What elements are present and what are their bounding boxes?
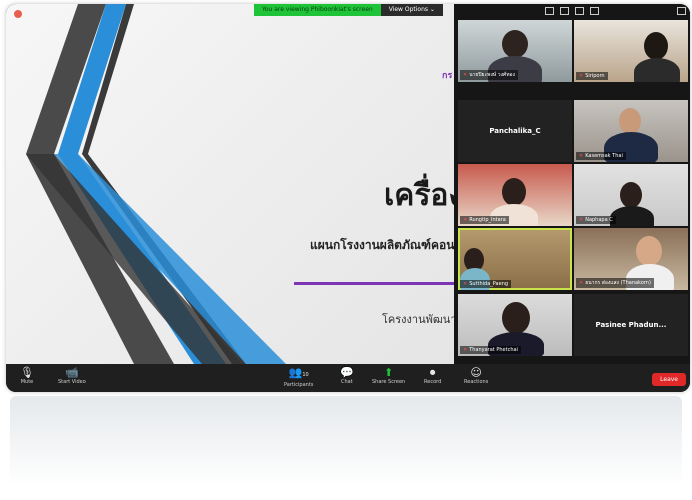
gallery-layout-icon[interactable] (575, 7, 584, 15)
chat-icon: 💬 (340, 366, 354, 379)
chat-button[interactable]: 💬 Chat (340, 366, 354, 385)
viewing-banner: You are viewing Phiboonkiat's screen Vie… (254, 4, 443, 16)
participant-name: ✕ Kasemsak Thai (576, 152, 626, 160)
participant-tile[interactable]: ✕ ธนากร ส่องแสง (Thanakorn) (574, 228, 688, 290)
participant-name: ✕ Sutthida_Paeng (460, 280, 512, 288)
start-video-button[interactable]: 📹 Start Video (58, 366, 86, 385)
zoom-window: กร เครื่อง แผนกโรงงานผลิตภัณฑ์คอน โครงงา… (6, 4, 690, 392)
gallery-view: ✕ นายปิยะพงษ์ วงศ์ทอง ✕ Siriporn Panchalik… (454, 4, 690, 364)
participant-tile[interactable]: Pasinee Phadun... (574, 294, 688, 356)
smiley-icon: ☺ (470, 366, 482, 379)
participant-tile[interactable]: ✕ Thanyarat Phetchai (458, 294, 572, 356)
record-button[interactable]: ⏺ Record (424, 366, 441, 385)
window-reflection (10, 396, 682, 486)
slide-project-text: โครงงานพัฒนา (382, 313, 454, 326)
gallery-layout-icon[interactable] (560, 7, 569, 15)
participant-name: ✕ Thanyarat Phetchai (460, 346, 521, 354)
participant-name: ✕ นายปิยะพงษ์ วงศ์ทอง (460, 70, 518, 80)
participant-name: Pasinee Phadun... (595, 321, 667, 329)
participant-tile[interactable]: ✕ Kasemsak Thai (574, 100, 688, 162)
share-screen-button[interactable]: ⬆ Share Screen (372, 366, 405, 385)
participant-tile-active-speaker[interactable]: ✕ Sutthida_Paeng (458, 228, 572, 290)
leave-button[interactable]: Leave (652, 373, 686, 386)
participant-name: ✕ ธนากร ส่องแสง (Thanakorn) (576, 278, 654, 288)
participant-name: ✕ Siriporn (576, 72, 608, 80)
participant-tile[interactable]: ✕ Rungtip_Intara (458, 164, 572, 226)
participant-tile[interactable]: Panchalika_C (458, 100, 572, 162)
gallery-layout-icon[interactable] (590, 7, 599, 15)
participant-tile[interactable]: ✕ นายปิยะพงษ์ วงศ์ทอง (458, 20, 572, 82)
slide-title: เครื่อง (384, 178, 454, 213)
share-screen-icon: ⬆ (384, 366, 394, 379)
shared-screen: กร เครื่อง แผนกโรงงานผลิตภัณฑ์คอน โครงงา… (6, 4, 454, 364)
slide-subtitle: แผนกโรงงานผลิตภัณฑ์คอน (310, 238, 454, 252)
slide-divider (294, 282, 454, 285)
participants-icon: 👥10 (288, 366, 309, 379)
mute-button[interactable]: 🎙 Mute (20, 366, 34, 385)
participant-name: ✕ Naphapa C (576, 216, 616, 224)
reactions-button[interactable]: ☺ Reactions (464, 366, 488, 385)
participants-button[interactable]: 👥10 Participants (284, 366, 313, 388)
microphone-icon: 🎙 (20, 366, 34, 379)
recording-indicator (14, 10, 22, 18)
participant-name: Panchalika_C (489, 127, 541, 135)
exit-fullscreen-icon[interactable] (677, 7, 686, 15)
record-icon: ⏺ (429, 366, 436, 379)
gallery-layout-icon[interactable] (545, 7, 554, 15)
participant-tile[interactable]: ✕ Naphapa C (574, 164, 688, 226)
viewing-message: You are viewing Phiboonkiat's screen (254, 4, 381, 16)
gallery-controls (454, 4, 690, 18)
view-options-button[interactable]: View Options ⌄ (380, 4, 443, 16)
participant-name: ✕ Rungtip_Intara (460, 216, 509, 224)
slide-logo: กร (442, 71, 453, 81)
video-camera-icon: 📹 (65, 366, 79, 379)
participant-tile[interactable]: ✕ Siriporn (574, 20, 688, 82)
